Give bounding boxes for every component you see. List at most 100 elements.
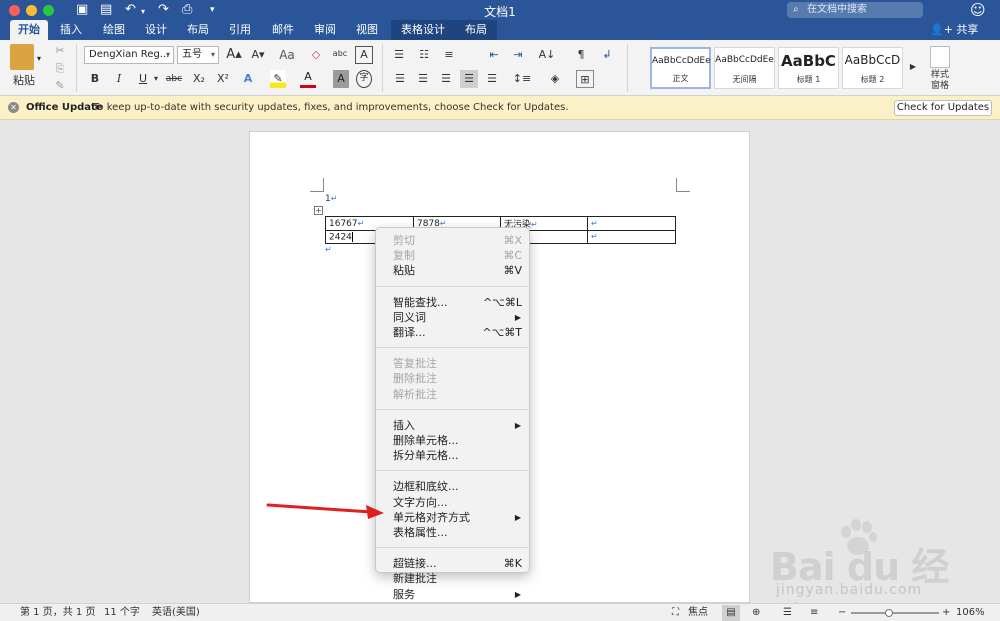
character-border-icon[interactable]: A <box>355 46 373 64</box>
tab-insert[interactable]: 插入 <box>52 20 90 40</box>
paste-button[interactable]: 粘贴 <box>10 72 38 90</box>
tab-table-design[interactable]: 表格设计 <box>391 20 455 40</box>
styles-more-icon[interactable]: ▶ <box>908 58 918 76</box>
clear-formatting-icon[interactable]: ◇ <box>306 46 326 64</box>
paste-dropdown-icon[interactable]: ▾ <box>37 54 41 63</box>
enclose-character-icon[interactable]: 字 <box>356 70 372 88</box>
increase-indent-icon[interactable]: ⇥ <box>509 46 527 64</box>
line-spacing-icon[interactable]: ↕≡ <box>512 70 532 88</box>
language-status[interactable]: 英语(美国) <box>152 604 200 621</box>
tab-review[interactable]: 审阅 <box>306 20 344 40</box>
highlight-icon[interactable]: ✎ <box>270 70 286 88</box>
share-button[interactable]: 👤+ 共享 <box>930 20 978 40</box>
menu-item[interactable]: 单元格对齐方式 ▶ <box>376 510 531 525</box>
tab-design[interactable]: 设计 <box>137 20 175 40</box>
style-sample: AaBbCcDdEe <box>652 56 711 66</box>
first-paragraph[interactable]: 1↵ <box>325 194 337 204</box>
close-icon[interactable]: ✕ <box>8 102 19 113</box>
shrink-font-button[interactable]: A▾ <box>248 46 268 64</box>
numbering-icon[interactable]: ☷ <box>414 46 434 64</box>
paragraph-mark-icon: ↵ <box>325 245 332 254</box>
zoom-in-icon[interactable]: + <box>942 604 950 621</box>
tab-layout[interactable]: 布局 <box>179 20 217 40</box>
draft-view-icon[interactable]: ≡ <box>810 604 818 621</box>
search-input[interactable]: ⌕ 在文档中搜索 <box>787 2 923 18</box>
align-center-icon[interactable]: ☰ <box>414 70 432 88</box>
menu-item[interactable]: 文字方向... <box>376 495 531 510</box>
strikethrough-button[interactable]: abc <box>163 70 185 88</box>
underline-dropdown-icon[interactable]: ▾ <box>152 70 160 88</box>
tab-references[interactable]: 引用 <box>221 20 259 40</box>
font-color-icon[interactable]: A <box>300 70 316 88</box>
text-effects-icon[interactable]: A <box>240 70 256 88</box>
bold-button[interactable]: B <box>86 70 104 88</box>
superscript-button[interactable]: X² <box>213 70 233 88</box>
character-shading-icon[interactable]: A <box>333 70 349 88</box>
feedback-smiley-icon[interactable]: ☺ <box>970 1 986 19</box>
decrease-indent-icon[interactable]: ⇤ <box>485 46 503 64</box>
font-size-select[interactable]: 五号 ▾ <box>177 46 219 64</box>
tab-table-layout[interactable]: 布局 <box>455 20 497 40</box>
subscript-button[interactable]: X₂ <box>189 70 209 88</box>
tab-draw[interactable]: 绘图 <box>95 20 133 40</box>
focus-label[interactable]: 焦点 <box>688 604 708 621</box>
phonetic-guide-icon[interactable]: abc <box>330 45 350 63</box>
distributed-icon[interactable]: ☰ <box>483 70 501 88</box>
tab-mailings[interactable]: 邮件 <box>264 20 302 40</box>
menu-item[interactable]: 同义词 ▶ <box>376 310 531 325</box>
table-cell[interactable]: ↵ <box>587 216 676 231</box>
style-no-spacing[interactable]: AaBbCcDdEe 无间隔 <box>714 47 775 89</box>
format-painter-icon[interactable]: ✎ <box>52 77 68 95</box>
page-count[interactable]: 第 1 页，共 1 页 <box>20 604 95 621</box>
zoom-slider-track[interactable] <box>851 612 939 614</box>
bullets-icon[interactable]: ☰ <box>389 46 409 64</box>
tab-home[interactable]: 开始 <box>10 20 48 40</box>
menu-item[interactable]: 新建批注 <box>376 571 531 586</box>
menu-item[interactable]: 智能查找... ^⌥⌘L <box>376 295 531 310</box>
table-cell[interactable]: ↵ <box>587 230 676 244</box>
align-right-icon[interactable]: ☰ <box>437 70 455 88</box>
menu-item[interactable]: 服务 ▶ <box>376 587 531 602</box>
menu-item[interactable]: 粘贴 ⌘V <box>376 263 531 278</box>
web-layout-icon[interactable]: ⊕ <box>752 604 760 621</box>
italic-button[interactable]: I <box>110 70 128 88</box>
zoom-out-icon[interactable]: − <box>838 604 846 621</box>
grow-font-button[interactable]: A▴ <box>224 46 244 64</box>
zoom-slider-thumb[interactable] <box>885 609 893 617</box>
change-case-icon[interactable]: Aa <box>274 46 300 64</box>
copy-icon[interactable]: ⎘ <box>52 60 68 78</box>
borders-icon[interactable]: ⊞ <box>576 70 594 88</box>
sort-icon[interactable]: A↓ <box>538 46 556 64</box>
shading-icon[interactable]: ◈ <box>546 70 564 88</box>
menu-item[interactable]: 插入 ▶ <box>376 418 531 433</box>
focus-icon[interactable]: ⛶ <box>672 604 679 621</box>
word-count[interactable]: 11 个字 <box>104 604 140 621</box>
menu-item[interactable]: 表格属性... <box>376 525 531 540</box>
tab-view[interactable]: 视图 <box>348 20 386 40</box>
outline-view-icon[interactable]: ☰ <box>783 604 792 621</box>
font-name-select[interactable]: DengXian Reg... ▾ <box>84 46 174 64</box>
justify-icon[interactable]: ☰ <box>460 70 478 88</box>
print-layout-icon[interactable]: ▤ <box>722 605 740 621</box>
cut-icon[interactable]: ✂ <box>52 42 68 60</box>
multilevel-list-icon[interactable]: ≡ <box>439 46 459 64</box>
style-heading-2[interactable]: AaBbCcD 标题 2 <box>842 47 903 89</box>
align-left-icon[interactable]: ☰ <box>391 70 409 88</box>
menu-item[interactable]: 超链接... ⌘K <box>376 556 531 571</box>
line-break-icon[interactable]: ↲ <box>598 46 616 64</box>
show-marks-icon[interactable]: ¶ <box>572 46 590 64</box>
style-normal[interactable]: AaBbCcDdEe 正文 <box>650 47 711 89</box>
underline-button[interactable]: U <box>134 70 152 88</box>
table-move-handle-icon[interactable]: + <box>314 206 323 215</box>
context-menu[interactable]: 剪切 ⌘X 复制 ⌘C 粘贴 ⌘V 智能查找... ^⌥⌘L 同义词 ▶ 翻译... ^⌥⌘T 答复批注… <box>375 227 531 601</box>
style-heading-1[interactable]: AaBbC 标题 1 <box>778 47 839 89</box>
menu-item[interactable]: 删除单元格... <box>376 433 531 448</box>
check-for-updates-button[interactable]: Check for Updates <box>894 100 992 116</box>
styles-pane-button[interactable]: 样式 窗格 <box>924 70 956 94</box>
menu-item[interactable]: 拆分单元格... <box>376 448 531 463</box>
styles-pane-icon[interactable] <box>930 46 950 68</box>
zoom-level[interactable]: 106% <box>956 604 985 621</box>
menu-item[interactable]: 边框和底纹... <box>376 479 531 494</box>
menu-item[interactable]: 翻译... ^⌥⌘T <box>376 325 531 340</box>
paste-icon[interactable] <box>10 44 34 70</box>
